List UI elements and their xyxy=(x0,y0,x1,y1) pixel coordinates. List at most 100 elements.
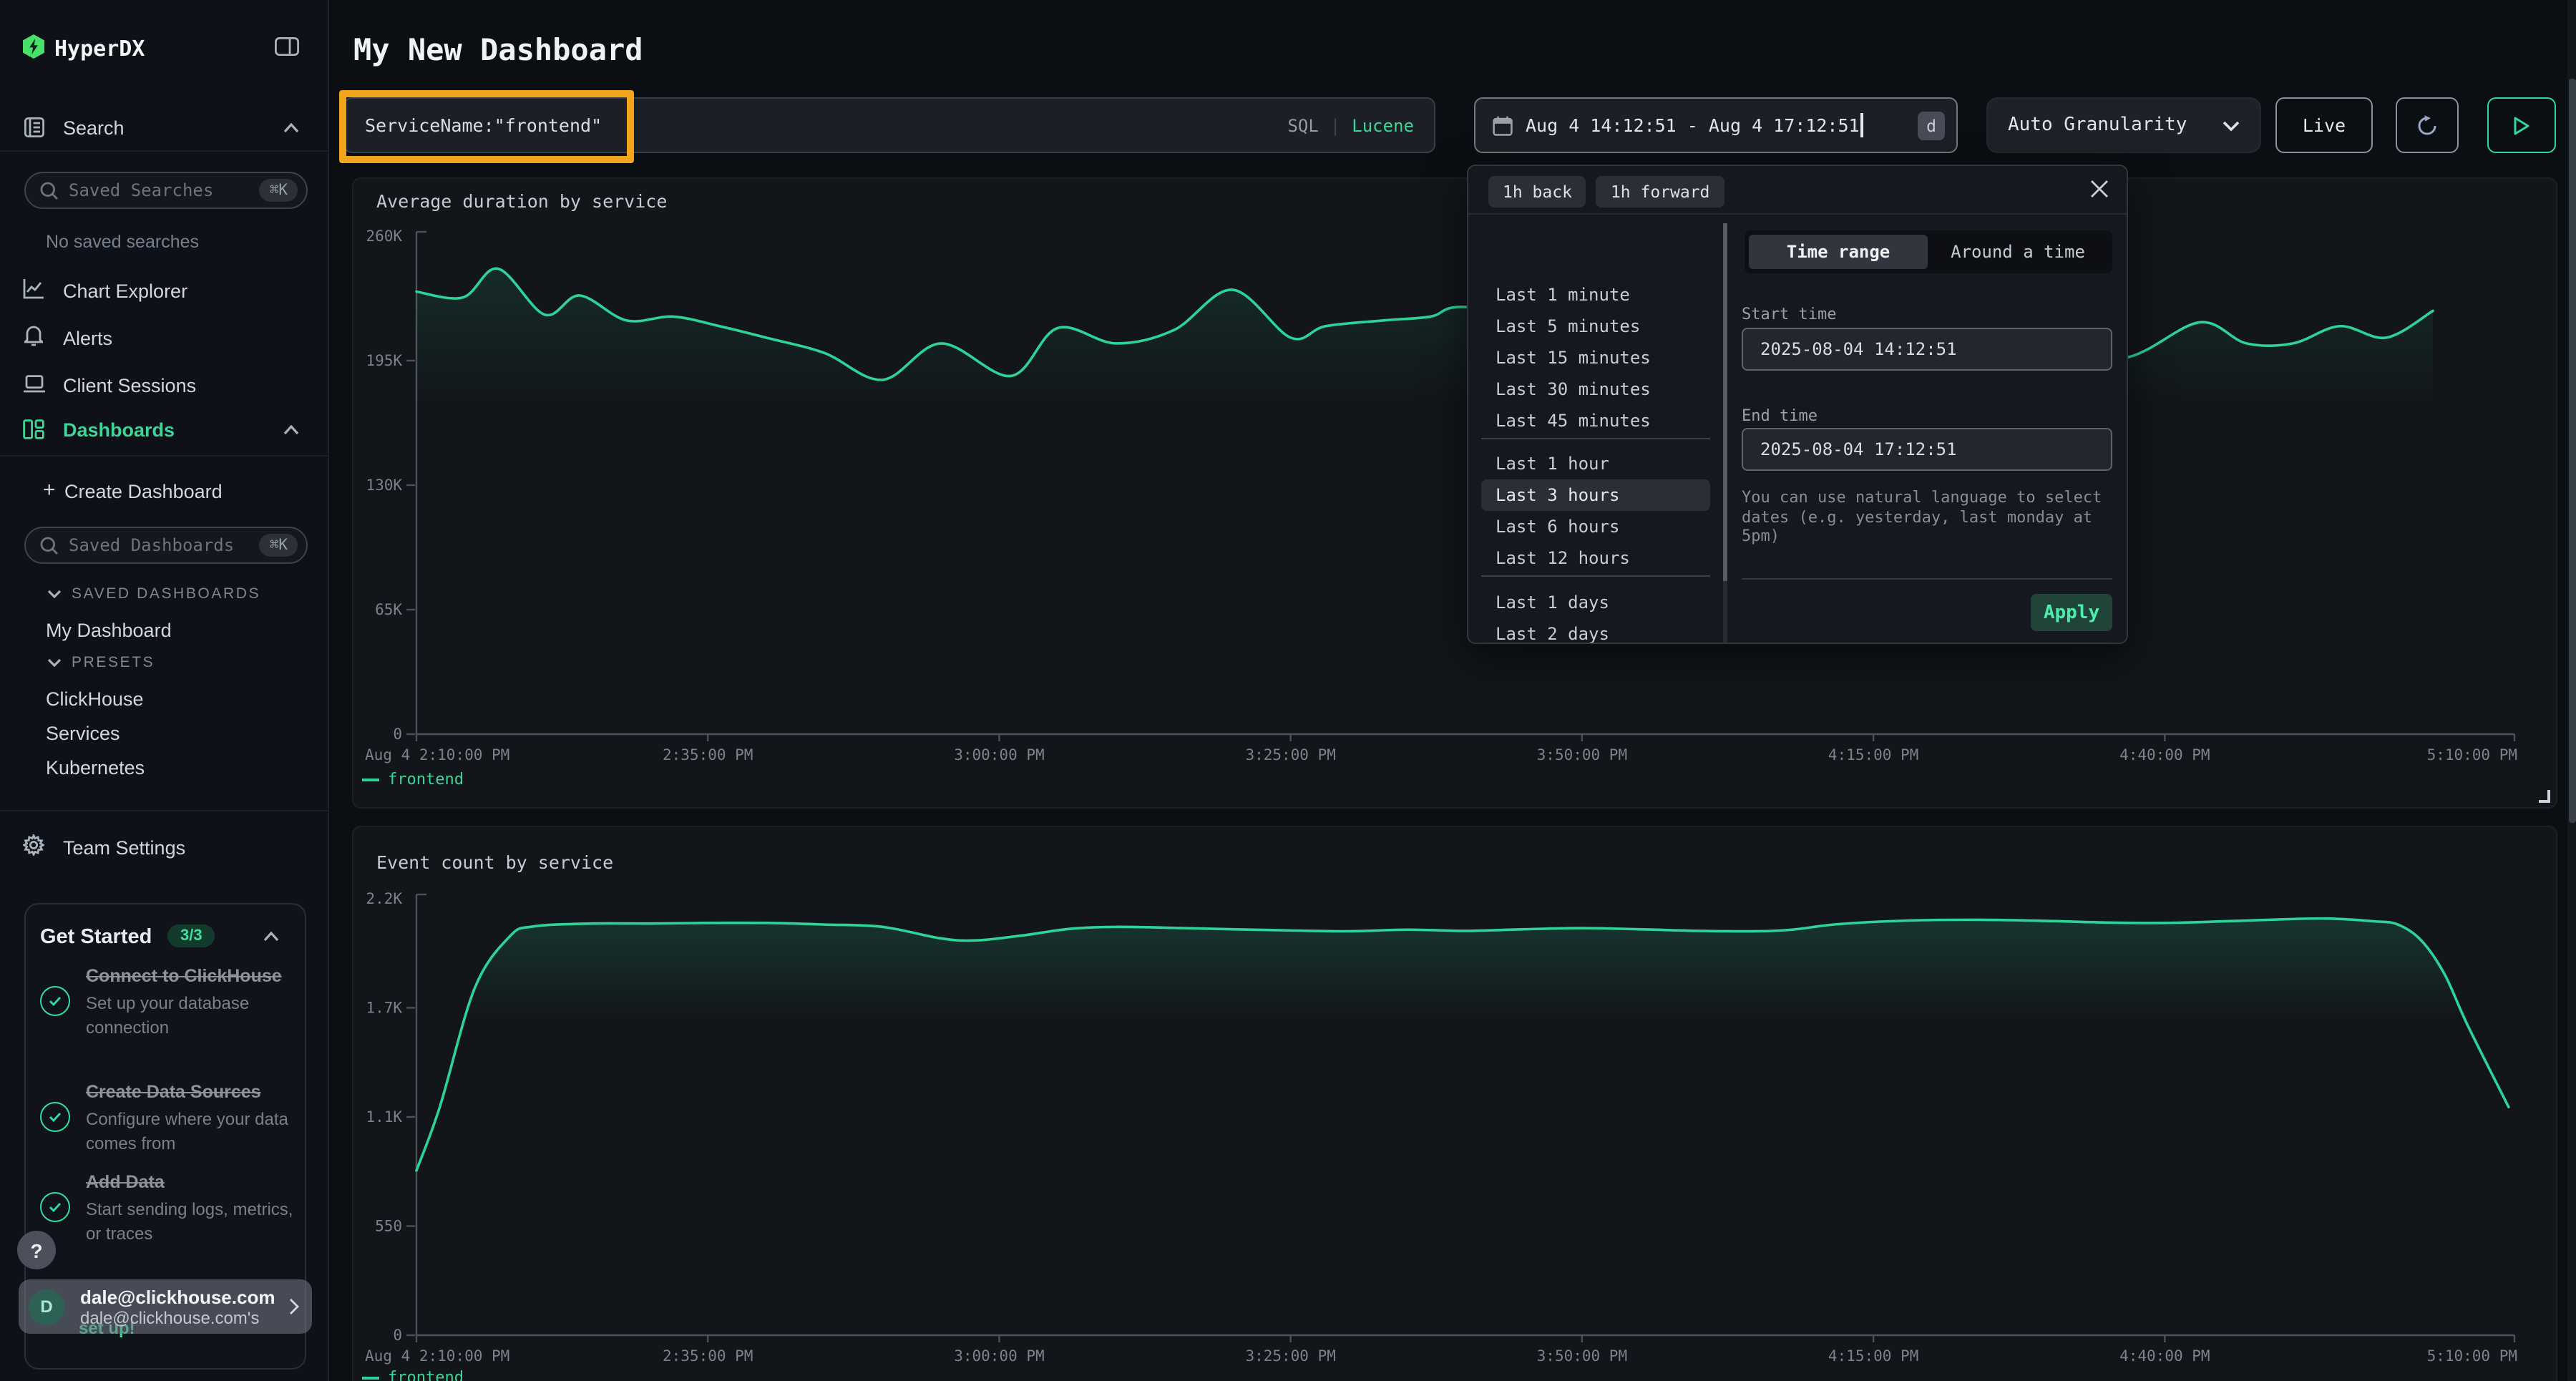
sidebar-item-client-sessions[interactable]: Client Sessions xyxy=(63,375,196,396)
legend-line-swatch xyxy=(362,778,379,781)
time-preset-item[interactable]: Last 2 days xyxy=(1481,618,1710,644)
chevron-up-icon[interactable] xyxy=(283,425,299,435)
svg-text:3:00:00 PM: 3:00:00 PM xyxy=(954,1347,1044,1365)
sidebar-item-search[interactable]: Search xyxy=(63,117,125,139)
legend-label: frontend xyxy=(388,1368,464,1381)
get-started-item[interactable]: Connect to ClickHouse Set up your databa… xyxy=(40,963,298,1040)
time-preset-item[interactable]: Last 1 hour xyxy=(1481,448,1710,479)
get-started-item[interactable]: Add Data Start sending logs, metrics, or… xyxy=(40,1169,298,1246)
time-preset-item[interactable]: Last 1 minute xyxy=(1481,279,1710,311)
sidebar-item-clickhouse[interactable]: ClickHouse xyxy=(46,688,144,710)
granularity-select[interactable]: Auto Granularity xyxy=(1986,97,2261,153)
chevron-down-icon[interactable] xyxy=(47,590,62,598)
time-range-input[interactable]: Aug 4 14:12:51 - Aug 4 17:12:51 d xyxy=(1474,97,1958,153)
sidebar-item-alerts[interactable]: Alerts xyxy=(63,328,112,349)
start-time-field[interactable] xyxy=(1742,328,2112,371)
get-started-item-title: Create Data Sources xyxy=(86,1079,298,1105)
saved-searches-placeholder: Saved Searches xyxy=(69,180,260,200)
chart-card-average-duration: Average duration by service 260K195K130K… xyxy=(352,177,2557,809)
close-icon[interactable] xyxy=(2089,179,2109,199)
presets-header[interactable]: PRESETS xyxy=(72,654,155,671)
account-subtext: dale@clickhouse.com's xyxy=(80,1307,289,1327)
saved-searches-input[interactable]: Saved Searches ⌘K xyxy=(24,172,308,209)
time-preset-list: Last 1 minuteLast 5 minutesLast 15 minut… xyxy=(1468,213,1723,644)
end-time-field[interactable] xyxy=(1742,428,2112,471)
svg-text:2:35:00 PM: 2:35:00 PM xyxy=(663,746,753,763)
sidebar-item-my-dashboard[interactable]: My Dashboard xyxy=(46,620,172,641)
get-started-item[interactable]: Create Data Sources Configure where your… xyxy=(40,1079,298,1156)
time-preset-item[interactable]: Last 15 minutes xyxy=(1481,342,1710,374)
sql-toggle[interactable]: SQL xyxy=(1287,115,1318,135)
create-dashboard-button[interactable]: Create Dashboard xyxy=(64,481,223,502)
check-circle-icon xyxy=(40,1193,70,1223)
gear-icon xyxy=(23,834,44,856)
svg-text:4:15:00 PM: 4:15:00 PM xyxy=(1828,746,1918,763)
no-saved-searches-text: No saved searches xyxy=(46,232,199,252)
svg-text:3:50:00 PM: 3:50:00 PM xyxy=(1537,746,1627,763)
svg-text:130K: 130K xyxy=(366,477,402,494)
time-preset-item[interactable]: Last 45 minutes xyxy=(1481,405,1710,436)
chart-legend[interactable]: frontend xyxy=(362,770,464,789)
time-preset-item[interactable]: Last 1 days xyxy=(1481,587,1710,618)
shortcut-badge: ⌘K xyxy=(260,534,298,557)
avatar: D xyxy=(29,1289,64,1324)
time-preset-item[interactable]: Last 12 hours xyxy=(1481,542,1710,574)
run-query-button[interactable] xyxy=(2487,97,2556,153)
sidebar-item-chart-explorer[interactable]: Chart Explorer xyxy=(63,280,187,302)
svg-text:0: 0 xyxy=(393,726,402,743)
svg-text:1.1K: 1.1K xyxy=(366,1108,402,1126)
dashboard-filter-input[interactable]: ServiceName:"frontend" SQL | Lucene xyxy=(343,97,1435,153)
shortcut-badge: ⌘K xyxy=(260,179,298,202)
page-scrollbar-thumb[interactable] xyxy=(2568,79,2575,823)
time-preset-item[interactable]: Last 30 minutes xyxy=(1481,374,1710,405)
chevron-right-icon xyxy=(289,1298,299,1315)
time-preset-item[interactable]: Last 5 minutes xyxy=(1481,311,1710,342)
shift-back-button[interactable]: 1h back xyxy=(1488,176,1586,208)
chevron-up-icon[interactable] xyxy=(283,123,299,133)
refresh-button[interactable] xyxy=(2396,97,2459,153)
account-email: dale@clickhouse.com xyxy=(80,1286,289,1307)
legend-line-swatch xyxy=(362,1376,379,1379)
divider xyxy=(0,150,329,152)
search-icon xyxy=(40,181,59,200)
tab-around-a-time[interactable]: Around a time xyxy=(1928,242,2108,262)
get-started-item-desc: Start sending logs, metrics, or traces xyxy=(86,1198,298,1246)
shift-forward-button[interactable]: 1h forward xyxy=(1596,176,1724,208)
calendar-icon xyxy=(1493,115,1513,135)
saved-dashboards-header[interactable]: SAVED DASHBOARDS xyxy=(72,585,260,602)
get-started-item-desc: Configure where your data comes from xyxy=(86,1108,298,1156)
divider xyxy=(1742,578,2112,580)
line-chart: 2.2K1.7K1.1K5500Aug 4 2:10:00 PM2:35:00 … xyxy=(353,827,2559,1381)
live-button[interactable]: Live xyxy=(2275,97,2373,153)
svg-text:260K: 260K xyxy=(366,228,402,245)
tab-time-range[interactable]: Time range xyxy=(1749,235,1928,269)
time-preset-item[interactable]: Last 3 hours xyxy=(1481,479,1710,511)
collapse-sidebar-icon[interactable] xyxy=(275,37,299,56)
help-button[interactable]: ? xyxy=(17,1231,56,1269)
svg-text:Aug 4 2:10:00 PM: Aug 4 2:10:00 PM xyxy=(365,1347,509,1365)
chevron-up-icon[interactable] xyxy=(263,932,279,942)
resize-handle[interactable] xyxy=(2539,790,2550,803)
chart-legend[interactable]: frontend xyxy=(362,1368,464,1381)
app-window: HyperDX Search Saved Searches ⌘K No save… xyxy=(0,0,2576,1381)
saved-dashboards-input[interactable]: Saved Dashboards ⌘K xyxy=(24,527,308,564)
plus-icon: + xyxy=(43,478,56,502)
account-chip[interactable]: D dale@clickhouse.com dale@clickhouse.co… xyxy=(19,1279,312,1334)
scrollbar-thumb[interactable] xyxy=(1723,223,1727,581)
lucene-toggle[interactable]: Lucene xyxy=(1352,115,1414,135)
apply-button[interactable]: Apply xyxy=(2031,594,2112,631)
svg-text:Aug 4 2:10:00 PM: Aug 4 2:10:00 PM xyxy=(365,746,509,763)
natural-language-hint: You can use natural language to select d… xyxy=(1742,488,2117,546)
check-circle-icon xyxy=(40,1103,70,1133)
alerts-bell-icon xyxy=(24,325,43,346)
sidebar-item-services[interactable]: Services xyxy=(46,723,120,744)
chevron-down-icon[interactable] xyxy=(47,658,62,667)
sidebar-item-dashboards[interactable]: Dashboards xyxy=(63,419,175,441)
svg-text:2.2K: 2.2K xyxy=(366,890,402,907)
line-chart: 260K195K130K65K0Aug 4 2:10:00 PM2:35:00 … xyxy=(353,179,2559,810)
sidebar-item-kubernetes[interactable]: Kubernetes xyxy=(46,757,145,779)
sidebar-item-team-settings[interactable]: Team Settings xyxy=(63,837,185,859)
time-preset-item[interactable]: Last 6 hours xyxy=(1481,511,1710,542)
svg-text:195K: 195K xyxy=(366,352,402,369)
granularity-value: Auto Granularity xyxy=(2008,114,2187,136)
